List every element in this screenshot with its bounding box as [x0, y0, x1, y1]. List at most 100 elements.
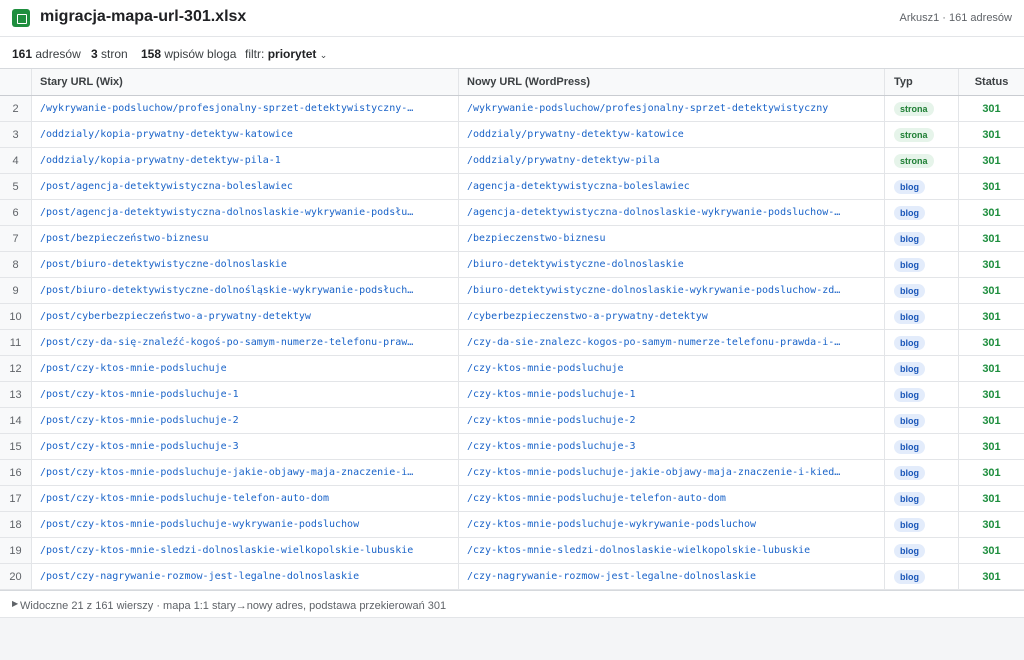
- table-row[interactable]: 7/post/bezpieczeństwo-biznesu/bezpieczen…: [0, 226, 1024, 252]
- old-url-cell[interactable]: /post/czy-ktos-mnie-podsluchuje-2: [32, 408, 459, 433]
- table-row[interactable]: 9/post/biuro-detektywistyczne-dolnośląsk…: [0, 278, 1024, 304]
- table-row[interactable]: 17/post/czy-ktos-mnie-podsluchuje-telefo…: [0, 486, 1024, 512]
- old-url-cell[interactable]: /post/czy-ktos-mnie-podsluchuje-jakie-ob…: [32, 460, 459, 485]
- new-url-link[interactable]: /cyberbezpieczenstwo-a-prywatny-detektyw: [467, 311, 716, 322]
- old-url-cell[interactable]: /wykrywanie-podsluchow/profesjonalny-spr…: [32, 96, 459, 121]
- new-url-link[interactable]: /czy-ktos-mnie-podsluchuje-2: [467, 415, 644, 426]
- new-url-link[interactable]: /czy-ktos-mnie-podsluchuje-1: [467, 389, 644, 400]
- new-url-cell[interactable]: /biuro-detektywistyczne-dolnoslaskie: [459, 252, 885, 277]
- old-url-cell[interactable]: /oddzialy/kopia-prywatny-detektyw-katowi…: [32, 122, 459, 147]
- table-row[interactable]: 6/post/agencja-detektywistyczna-dolnosla…: [0, 200, 1024, 226]
- new-url-link[interactable]: /czy-ktos-mnie-sledzi-dolnoslaskie-wielk…: [467, 545, 818, 556]
- table-row[interactable]: 5/post/agencja-detektywistyczna-boleslaw…: [0, 174, 1024, 200]
- old-url-cell[interactable]: /post/czy-ktos-mnie-podsluchuje-3: [32, 434, 459, 459]
- column-header-new-url[interactable]: Nowy URL (WordPress): [459, 69, 885, 95]
- new-url-cell[interactable]: /oddzialy/prywatny-detektyw-pila: [459, 148, 885, 173]
- new-url-link[interactable]: /oddzialy/prywatny-detektyw-pila: [467, 155, 668, 166]
- old-url-cell[interactable]: /post/czy-ktos-mnie-podsluchuje-1: [32, 382, 459, 407]
- caret-right-icon[interactable]: ▶: [12, 599, 18, 608]
- old-url-link[interactable]: /post/czy-ktos-mnie-podsluchuje-3: [40, 441, 247, 452]
- filter-dropdown[interactable]: filtr: priorytet ⌄: [245, 47, 327, 61]
- new-url-cell[interactable]: /czy-da-sie-znalezc-kogos-po-samym-numer…: [459, 330, 885, 355]
- old-url-link[interactable]: /post/czy-ktos-mnie-podsluchuje: [40, 363, 235, 374]
- new-url-cell[interactable]: /czy-ktos-mnie-podsluchuje: [459, 356, 885, 381]
- old-url-cell[interactable]: /post/czy-da-się-znaleźć-kogoś-po-samym-…: [32, 330, 459, 355]
- new-url-link[interactable]: /bezpieczenstwo-biznesu: [467, 233, 613, 244]
- old-url-cell[interactable]: /post/czy-ktos-mnie-podsluchuje: [32, 356, 459, 381]
- old-url-link[interactable]: /post/biuro-detektywistyczne-dolnoslaski…: [40, 259, 295, 270]
- column-header-status[interactable]: Status: [959, 69, 1024, 95]
- new-url-cell[interactable]: /oddzialy/prywatny-detektyw-katowice: [459, 122, 885, 147]
- new-url-link[interactable]: /czy-ktos-mnie-podsluchuje-3: [467, 441, 644, 452]
- old-url-cell[interactable]: /post/biuro-detektywistyczne-dolnoslaski…: [32, 252, 459, 277]
- new-url-cell[interactable]: /biuro-detektywistyczne-dolnoslaskie-wyk…: [459, 278, 885, 303]
- old-url-cell[interactable]: /post/czy-ktos-mnie-podsluchuje-wykrywan…: [32, 512, 459, 537]
- old-url-link[interactable]: /post/czy-ktos-mnie-sledzi-dolnoslaskie-…: [40, 545, 421, 556]
- column-header-typ[interactable]: Typ: [885, 69, 959, 95]
- old-url-link[interactable]: /wykrywanie-podsluchow/profesjonalny-spr…: [40, 103, 421, 114]
- table-row[interactable]: 3/oddzialy/kopia-prywatny-detektyw-katow…: [0, 122, 1024, 148]
- new-url-cell[interactable]: /czy-ktos-mnie-podsluchuje-telefon-auto-…: [459, 486, 885, 511]
- table-row[interactable]: 14/post/czy-ktos-mnie-podsluchuje-2/czy-…: [0, 408, 1024, 434]
- table-row[interactable]: 13/post/czy-ktos-mnie-podsluchuje-1/czy-…: [0, 382, 1024, 408]
- old-url-link[interactable]: /post/biuro-detektywistyczne-dolnośląski…: [40, 285, 421, 296]
- old-url-link[interactable]: /post/agencja-detektywistyczna-boleslawi…: [40, 181, 301, 192]
- old-url-cell[interactable]: /post/czy-ktos-mnie-sledzi-dolnoslaskie-…: [32, 538, 459, 563]
- old-url-cell[interactable]: /post/agencja-detektywistyczna-boleslawi…: [32, 174, 459, 199]
- new-url-link[interactable]: /agencja-detektywistyczna-boleslawiec: [467, 181, 698, 192]
- new-url-link[interactable]: /czy-ktos-mnie-podsluchuje-telefon-auto-…: [467, 493, 734, 504]
- old-url-link[interactable]: /oddzialy/kopia-prywatny-detektyw-pila-1: [40, 155, 289, 166]
- new-url-link[interactable]: /agencja-detektywistyczna-dolnoslaskie-w…: [467, 207, 848, 218]
- new-url-cell[interactable]: /cyberbezpieczenstwo-a-prywatny-detektyw: [459, 304, 885, 329]
- new-url-link[interactable]: /wykrywanie-podsluchow/profesjonalny-spr…: [467, 103, 836, 114]
- table-row[interactable]: 10/post/cyberbezpieczeństwo-a-prywatny-d…: [0, 304, 1024, 330]
- new-url-cell[interactable]: /agencja-detektywistyczna-dolnoslaskie-w…: [459, 200, 885, 225]
- table-row[interactable]: 8/post/biuro-detektywistyczne-dolnoslask…: [0, 252, 1024, 278]
- old-url-cell[interactable]: /post/agencja-detektywistyczna-dolnoslas…: [32, 200, 459, 225]
- old-url-cell[interactable]: /post/czy-ktos-mnie-podsluchuje-telefon-…: [32, 486, 459, 511]
- new-url-link[interactable]: /czy-ktos-mnie-podsluchuje-jakie-objawy-…: [467, 467, 848, 478]
- new-url-cell[interactable]: /bezpieczenstwo-biznesu: [459, 226, 885, 251]
- old-url-link[interactable]: /post/czy-ktos-mnie-podsluchuje-2: [40, 415, 247, 426]
- old-url-link[interactable]: /post/czy-ktos-mnie-podsluchuje-1: [40, 389, 247, 400]
- old-url-link[interactable]: /post/czy-ktos-mnie-podsluchuje-wykrywan…: [40, 519, 367, 530]
- old-url-link[interactable]: /post/czy-nagrywanie-rozmow-jest-legalne…: [40, 571, 367, 582]
- old-url-link[interactable]: /oddzialy/kopia-prywatny-detektyw-katowi…: [40, 129, 301, 140]
- new-url-link[interactable]: /biuro-detektywistyczne-dolnoslaskie-wyk…: [467, 285, 848, 296]
- old-url-link[interactable]: /post/czy-ktos-mnie-podsluchuje-telefon-…: [40, 493, 337, 504]
- new-url-cell[interactable]: /czy-ktos-mnie-podsluchuje-1: [459, 382, 885, 407]
- new-url-link[interactable]: /biuro-detektywistyczne-dolnoslaskie: [467, 259, 692, 270]
- old-url-cell[interactable]: /post/czy-nagrywanie-rozmow-jest-legalne…: [32, 564, 459, 589]
- table-row[interactable]: 4/oddzialy/kopia-prywatny-detektyw-pila-…: [0, 148, 1024, 174]
- new-url-cell[interactable]: /czy-ktos-mnie-sledzi-dolnoslaskie-wielk…: [459, 538, 885, 563]
- table-row[interactable]: 16/post/czy-ktos-mnie-podsluchuje-jakie-…: [0, 460, 1024, 486]
- table-row[interactable]: 18/post/czy-ktos-mnie-podsluchuje-wykryw…: [0, 512, 1024, 538]
- old-url-cell[interactable]: /oddzialy/kopia-prywatny-detektyw-pila-1: [32, 148, 459, 173]
- new-url-link[interactable]: /czy-da-sie-znalezc-kogos-po-samym-numer…: [467, 337, 848, 348]
- old-url-cell[interactable]: /post/bezpieczeństwo-biznesu: [32, 226, 459, 251]
- old-url-link[interactable]: /post/czy-da-się-znaleźć-kogoś-po-samym-…: [40, 337, 421, 348]
- new-url-link[interactable]: /czy-ktos-mnie-podsluchuje-wykrywanie-po…: [467, 519, 764, 530]
- new-url-cell[interactable]: /wykrywanie-podsluchow/profesjonalny-spr…: [459, 96, 885, 121]
- new-url-cell[interactable]: /agencja-detektywistyczna-boleslawiec: [459, 174, 885, 199]
- old-url-link[interactable]: /post/bezpieczeństwo-biznesu: [40, 233, 217, 244]
- new-url-link[interactable]: /oddzialy/prywatny-detektyw-katowice: [467, 129, 692, 140]
- new-url-cell[interactable]: /czy-ktos-mnie-podsluchuje-jakie-objawy-…: [459, 460, 885, 485]
- new-url-link[interactable]: /czy-nagrywanie-rozmow-jest-legalne-doln…: [467, 571, 764, 582]
- new-url-cell[interactable]: /czy-ktos-mnie-podsluchuje-3: [459, 434, 885, 459]
- table-row[interactable]: 2/wykrywanie-podsluchow/profesjonalny-sp…: [0, 96, 1024, 122]
- new-url-cell[interactable]: /czy-nagrywanie-rozmow-jest-legalne-doln…: [459, 564, 885, 589]
- column-header-old-url[interactable]: Stary URL (Wix): [32, 69, 459, 95]
- table-row[interactable]: 12/post/czy-ktos-mnie-podsluchuje/czy-kt…: [0, 356, 1024, 382]
- old-url-cell[interactable]: /post/cyberbezpieczeństwo-a-prywatny-det…: [32, 304, 459, 329]
- old-url-link[interactable]: /post/agencja-detektywistyczna-dolnoslas…: [40, 207, 421, 218]
- new-url-cell[interactable]: /czy-ktos-mnie-podsluchuje-wykrywanie-po…: [459, 512, 885, 537]
- table-row[interactable]: 20/post/czy-nagrywanie-rozmow-jest-legal…: [0, 564, 1024, 590]
- table-row[interactable]: 19/post/czy-ktos-mnie-sledzi-dolnoslaski…: [0, 538, 1024, 564]
- new-url-link[interactable]: /czy-ktos-mnie-podsluchuje: [467, 363, 632, 374]
- old-url-link[interactable]: /post/cyberbezpieczeństwo-a-prywatny-det…: [40, 311, 319, 322]
- old-url-cell[interactable]: /post/biuro-detektywistyczne-dolnośląski…: [32, 278, 459, 303]
- table-row[interactable]: 15/post/czy-ktos-mnie-podsluchuje-3/czy-…: [0, 434, 1024, 460]
- new-url-cell[interactable]: /czy-ktos-mnie-podsluchuje-2: [459, 408, 885, 433]
- table-row[interactable]: 11/post/czy-da-się-znaleźć-kogoś-po-samy…: [0, 330, 1024, 356]
